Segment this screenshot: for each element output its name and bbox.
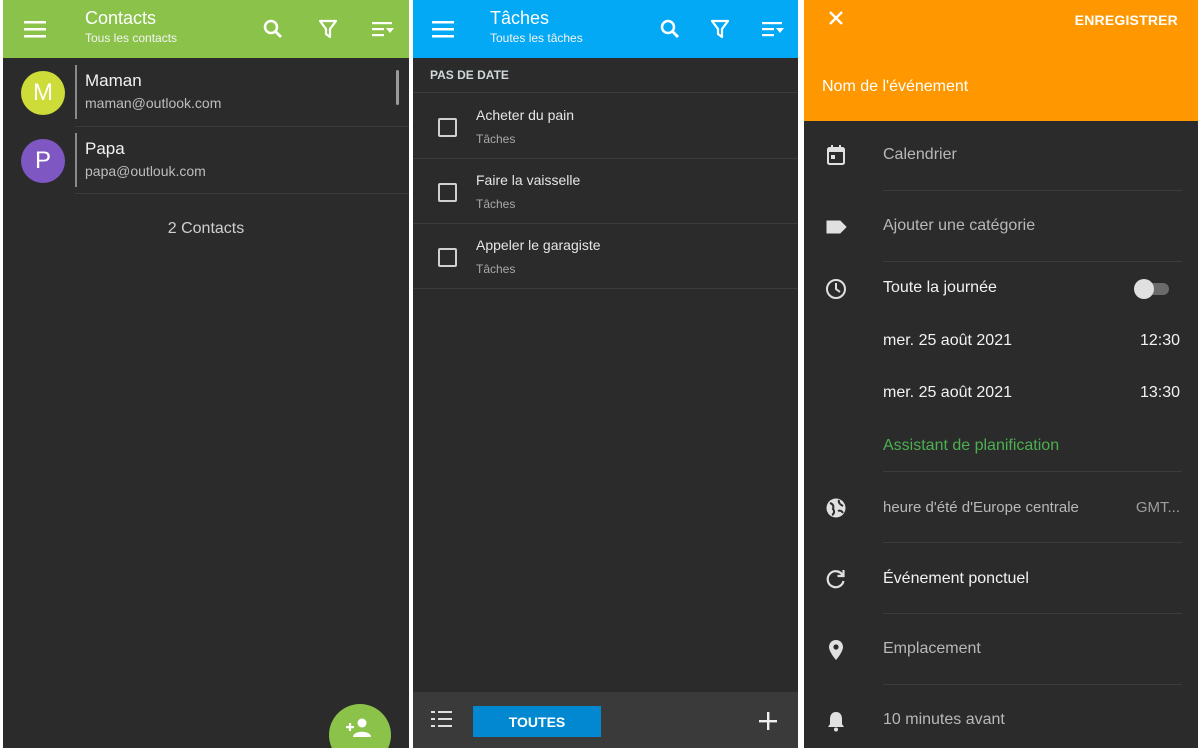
contacts-count: 2 Contacts <box>167 220 245 237</box>
save-button[interactable]: ENREGISTRER <box>1075 12 1178 28</box>
bell-icon <box>824 709 848 733</box>
page-title: Tâches <box>490 8 550 28</box>
add-person-icon <box>346 718 373 744</box>
event-name-field[interactable]: Nom de l'événement <box>822 78 968 96</box>
divider <box>883 471 1182 472</box>
tasks-app-bar: Tâches Toutes les tâches <box>413 0 798 58</box>
scrollbar[interactable] <box>396 70 399 105</box>
location-pin-icon <box>824 638 848 662</box>
calendar-icon <box>824 143 848 167</box>
menu-icon[interactable] <box>20 14 50 44</box>
globe-icon <box>824 496 848 520</box>
task-title: Appeler le garagiste <box>476 237 601 253</box>
plus-icon[interactable] <box>759 712 777 735</box>
start-date[interactable]: mer. 25 août 2021 <box>883 332 1012 350</box>
add-contact-button[interactable] <box>329 704 391 748</box>
avatar: P <box>21 139 65 183</box>
contact-email: papa@outlouk.com <box>85 163 206 179</box>
page-title: Contacts <box>85 8 157 28</box>
timezone-offset: GMT... <box>1135 499 1180 516</box>
end-time[interactable]: 13:30 <box>1140 384 1180 402</box>
search-icon[interactable] <box>655 14 685 44</box>
task-list-name: Tâches <box>476 262 516 276</box>
contacts-app-bar: Contacts Tous les contacts <box>3 0 409 58</box>
page-subtitle: Toutes les tâches <box>490 31 583 45</box>
tab-all[interactable]: TOUTES <box>473 706 601 737</box>
all-day-toggle-knob[interactable] <box>1134 279 1154 299</box>
contacts-screen: Contacts Tous les contacts M Maman maman… <box>3 0 409 748</box>
section-header: PAS DE DATE <box>430 68 509 82</box>
contact-email: maman@outlook.com <box>85 95 222 111</box>
page-subtitle: Tous les contacts <box>85 31 178 45</box>
contact-item[interactable]: P Papa papa@outlouk.com <box>3 127 409 194</box>
avatar: M <box>21 71 65 115</box>
location-field[interactable]: Emplacement <box>883 640 981 658</box>
scheduling-assistant-link[interactable]: Assistant de planification <box>883 437 1059 455</box>
tasks-screen: Tâches Toutes les tâches PAS DE DATE Ach… <box>413 0 798 748</box>
search-icon[interactable] <box>258 14 288 44</box>
task-title: Acheter du pain <box>476 107 575 123</box>
contact-name: Maman <box>85 71 142 90</box>
divider <box>75 193 409 194</box>
list-icon[interactable] <box>431 710 453 735</box>
divider <box>883 684 1182 685</box>
event-header: ENREGISTRER Nom de l'événement <box>804 0 1198 121</box>
contact-item[interactable]: M Maman maman@outlook.com <box>3 59 409 126</box>
timezone-field[interactable]: heure d'été d'Europe centrale <box>883 499 1079 516</box>
calendar-field[interactable]: Calendrier <box>883 146 957 164</box>
end-date[interactable]: mer. 25 août 2021 <box>883 384 1012 402</box>
clock-icon <box>824 277 848 301</box>
start-time[interactable]: 12:30 <box>1140 332 1180 350</box>
contact-name: Papa <box>85 139 125 158</box>
sort-icon[interactable] <box>368 14 398 44</box>
repeat-icon <box>824 567 848 591</box>
task-item[interactable]: Appeler le garagiste Tâches <box>413 223 798 288</box>
divider <box>413 288 798 289</box>
task-checkbox[interactable] <box>438 118 457 137</box>
task-list-name: Tâches <box>476 132 516 146</box>
task-list-name: Tâches <box>476 197 516 211</box>
task-checkbox[interactable] <box>438 248 457 267</box>
all-day-label: Toute la journée <box>883 279 997 296</box>
tag-icon <box>824 215 848 239</box>
task-item[interactable]: Faire la vaisselle Tâches <box>413 158 798 223</box>
divider <box>883 613 1182 614</box>
divider <box>883 190 1182 191</box>
divider <box>883 261 1182 262</box>
menu-icon[interactable] <box>428 14 458 44</box>
new-event-screen: ENREGISTRER Nom de l'événement Calendrie… <box>804 0 1198 748</box>
recurrence-field[interactable]: Événement ponctuel <box>883 570 1029 588</box>
filter-icon[interactable] <box>705 14 735 44</box>
divider <box>883 542 1182 543</box>
category-field[interactable]: Ajouter une catégorie <box>883 217 1035 235</box>
reminder-field[interactable]: 10 minutes avant <box>883 711 1005 729</box>
task-checkbox[interactable] <box>438 183 457 202</box>
close-icon[interactable] <box>828 10 844 31</box>
tasks-bottom-bar: TOUTES <box>413 692 798 748</box>
task-title: Faire la vaisselle <box>476 172 581 188</box>
task-item[interactable]: Acheter du pain Tâches <box>413 93 798 158</box>
filter-icon[interactable] <box>313 14 343 44</box>
sort-icon[interactable] <box>758 14 788 44</box>
